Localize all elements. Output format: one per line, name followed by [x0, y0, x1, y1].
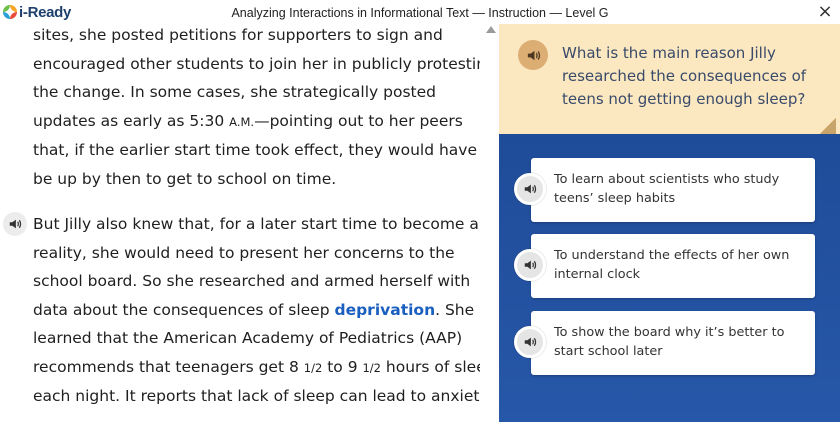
- line-text: data about the consequences of sleep: [33, 300, 335, 319]
- passage-line: updates as early as 5:30 A.M.—pointing o…: [33, 107, 473, 137]
- fraction: 1/2: [303, 360, 323, 375]
- passage-line: that, if the earlier start time took eff…: [33, 141, 480, 159]
- passage-line: be up by then to get to school on time.: [33, 169, 337, 188]
- page-fold: [820, 118, 836, 134]
- passage-line: each night. It reports that lack of slee…: [33, 387, 480, 405]
- question-box: What is the main reason Jilly researched…: [499, 24, 840, 134]
- answer-option-text: To understand the effects of her own int…: [554, 248, 790, 282]
- passage-line: recommends that teenagers get 8 1/2 to 9…: [33, 353, 480, 383]
- passage-line: learned that the American Academy of Ped…: [33, 329, 463, 347]
- passage-paragraph-2: But Jilly also knew that, for a later st…: [33, 210, 480, 411]
- question-audio-button[interactable]: [518, 40, 548, 70]
- vocab-word-link[interactable]: deprivation: [334, 301, 435, 319]
- speaker-icon: [9, 219, 22, 229]
- speaker-icon: [524, 337, 537, 347]
- option-audio-button[interactable]: [514, 173, 546, 205]
- option-audio-button[interactable]: [514, 249, 546, 281]
- speaker-icon: [524, 184, 537, 194]
- passage-line: the change. In some cases, she strategic…: [33, 83, 436, 101]
- passage-line: encouraged other students to join her in…: [33, 54, 480, 73]
- passage-line: school board. So she researched and arme…: [33, 272, 471, 290]
- speaker-icon: [527, 50, 540, 60]
- line-text: —pointing out to her peers: [254, 111, 463, 130]
- fraction: 1/2: [362, 360, 381, 375]
- passage-line: data about the consequences of sleep dep…: [33, 296, 475, 325]
- reading-passage: sites, she posted petitions for supporte…: [0, 24, 480, 422]
- line-text: updates as early as 5:30: [33, 111, 230, 130]
- am-abbreviation: A.M.: [229, 114, 255, 129]
- question-text: What is the main reason Jilly researched…: [562, 44, 807, 108]
- passage-line: reality, she would need to present her c…: [33, 243, 455, 262]
- answer-option-text: To show the board why it’s better to sta…: [554, 325, 785, 359]
- answer-option-text: To learn about scientists who study teen…: [554, 172, 780, 206]
- passage-line: sites, she posted petitions for supporte…: [33, 26, 443, 44]
- close-button[interactable]: ×: [816, 3, 834, 21]
- line-text: to 9: [322, 357, 363, 376]
- speaker-icon: [524, 260, 537, 270]
- paragraph-audio-button[interactable]: [3, 212, 27, 236]
- line-text: recommends that teenagers get 8: [33, 357, 304, 376]
- answer-options: To learn about scientists who study teen…: [499, 134, 840, 422]
- passage-line: But Jilly also knew that, for a later st…: [33, 215, 479, 233]
- option-audio-button[interactable]: [514, 326, 546, 358]
- title-bar: i-Ready Analyzing Interactions in Inform…: [0, 0, 840, 24]
- scroll-up-arrow-icon[interactable]: [486, 26, 496, 33]
- passage-paragraph-1: sites, she posted petitions for supporte…: [33, 24, 480, 193]
- answer-option-3[interactable]: To show the board why it’s better to sta…: [514, 311, 815, 375]
- window-title: Analyzing Interactions in Informational …: [231, 6, 609, 20]
- line-text: . She: [435, 300, 475, 319]
- answer-option-2[interactable]: To understand the effects of her own int…: [514, 234, 815, 298]
- answer-option-1[interactable]: To learn about scientists who study teen…: [514, 158, 815, 222]
- line-text: hours of sleep: [385, 357, 480, 376]
- question-panel: What is the main reason Jilly researched…: [499, 24, 840, 422]
